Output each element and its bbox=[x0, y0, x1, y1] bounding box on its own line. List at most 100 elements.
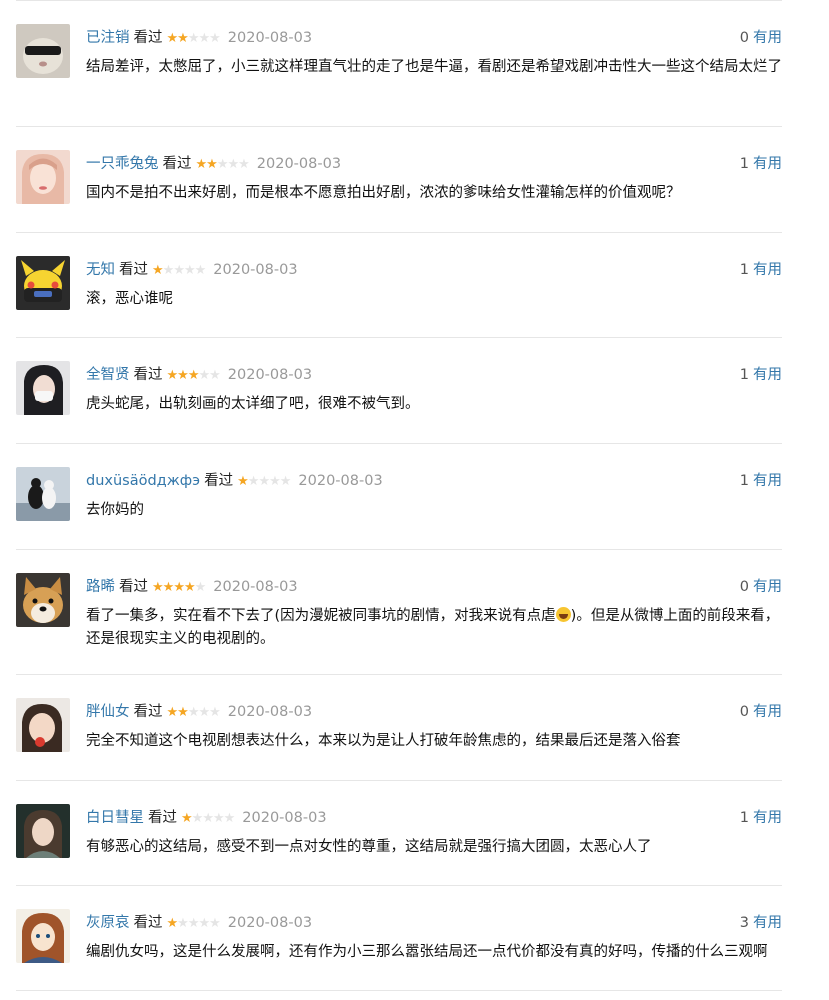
star-empty-icon: ★ bbox=[183, 263, 196, 278]
comment-item: 路晞 看过 ★★★★★ 2020-08-03 0 有用 看了一集多，实在看不下去了(因为… bbox=[16, 549, 782, 674]
avatar[interactable] bbox=[16, 909, 70, 963]
username-link[interactable]: 胖仙女 bbox=[86, 704, 130, 720]
star-filled-icon: ★ bbox=[187, 368, 200, 383]
vote-area: 1 有用 bbox=[740, 154, 782, 174]
avatar[interactable] bbox=[16, 361, 70, 415]
comment-date: 2020-08-03 bbox=[298, 473, 383, 489]
star-empty-icon: ★ bbox=[162, 263, 175, 278]
useful-button[interactable]: 有用 bbox=[753, 30, 782, 46]
rating-stars: ★★★★★ bbox=[166, 703, 221, 723]
vote-count: 1 bbox=[739, 156, 749, 172]
comment-meta: 一只乖兔兔 看过 ★★★★★ 2020-08-03 bbox=[86, 154, 341, 174]
star-empty-icon: ★ bbox=[198, 368, 210, 383]
rating-stars: ★★★★★ bbox=[195, 155, 250, 175]
avatar[interactable] bbox=[16, 804, 70, 858]
username-link[interactable]: 无知 bbox=[86, 262, 115, 278]
star-empty-icon: ★ bbox=[198, 705, 210, 720]
useful-button[interactable]: 有用 bbox=[753, 810, 782, 826]
star-empty-icon: ★ bbox=[269, 474, 281, 489]
star-empty-icon: ★ bbox=[212, 811, 225, 826]
star-filled-icon: ★ bbox=[206, 157, 218, 172]
star-empty-icon: ★ bbox=[187, 705, 200, 720]
star-empty-icon: ★ bbox=[247, 474, 260, 489]
useful-button[interactable]: 有用 bbox=[753, 156, 782, 172]
comment-meta: 路晞 看过 ★★★★★ 2020-08-03 bbox=[86, 577, 298, 597]
vote-count: 1 bbox=[739, 473, 749, 489]
star-filled-icon: ★ bbox=[177, 368, 189, 383]
star-empty-icon: ★ bbox=[198, 31, 210, 46]
star-filled-icon: ★ bbox=[173, 580, 185, 595]
comment-item: 已注销 看过 ★★★★★ 2020-08-03 0 有用 结局差评，太憋屈了，小三就这样… bbox=[16, 0, 782, 126]
username-link[interactable]: 白日彗星 bbox=[86, 810, 144, 826]
star-filled-icon: ★ bbox=[195, 157, 208, 172]
avatar[interactable] bbox=[16, 467, 70, 521]
comment-text: 有够恶心的这结局，感受不到一点对女性的尊重，这结局就是强行搞大团圆，太恶心人了 bbox=[86, 839, 652, 855]
comment-item: 白日彗星 看过 ★★★★★ 2020-08-03 1 有用 有够恶心的这结局，感受不到一… bbox=[16, 780, 782, 885]
username-link[interactable]: 一只乖兔兔 bbox=[86, 156, 159, 172]
watch-status: 看过 bbox=[119, 579, 148, 595]
comment-meta: 白日彗星 看过 ★★★★★ 2020-08-03 bbox=[86, 808, 327, 828]
avatar[interactable] bbox=[16, 698, 70, 752]
laughing-tears-emoji-icon bbox=[555, 607, 571, 622]
comment-item: 无知 看过 ★★★★★ 2020-08-03 1 有用 滚，恶心谁呢 bbox=[16, 232, 782, 337]
star-filled-icon: ★ bbox=[152, 580, 164, 595]
watch-status: 看过 bbox=[204, 473, 234, 489]
rating-stars: ★★★★★ bbox=[167, 29, 221, 49]
watch-status: 看过 bbox=[133, 30, 163, 46]
vote-area: 3 有用 bbox=[740, 913, 782, 933]
vote-count: 0 bbox=[739, 579, 749, 595]
star-empty-icon: ★ bbox=[223, 811, 236, 826]
star-filled-icon: ★ bbox=[162, 580, 175, 595]
watch-status: 看过 bbox=[133, 915, 163, 931]
rating-stars: ★★★★★ bbox=[152, 578, 206, 598]
vote-count: 1 bbox=[739, 810, 749, 826]
comment-date: 2020-08-03 bbox=[213, 579, 298, 595]
comment-date: 2020-08-03 bbox=[227, 704, 313, 720]
comment-date: 2020-08-03 bbox=[227, 30, 313, 46]
comment-date: 2020-08-03 bbox=[227, 915, 313, 931]
star-empty-icon: ★ bbox=[238, 157, 250, 172]
star-empty-icon: ★ bbox=[209, 916, 221, 931]
comment-item: 一只乖兔兔 看过 ★★★★★ 2020-08-03 1 有用 国内不是拍不出来好剧，而是… bbox=[16, 126, 782, 232]
avatar[interactable] bbox=[16, 573, 70, 627]
star-empty-icon: ★ bbox=[202, 811, 214, 826]
watch-status: 看过 bbox=[148, 810, 177, 826]
star-empty-icon: ★ bbox=[198, 916, 210, 931]
useful-button[interactable]: 有用 bbox=[753, 915, 782, 931]
username-link[interactable]: 全智贤 bbox=[86, 367, 130, 383]
vote-area: 1 有用 bbox=[740, 471, 782, 491]
username-link[interactable]: 灰原哀 bbox=[86, 915, 130, 931]
comment-text: 编剧仇女吗，这是什么发展啊，还有作为小三那么嚣张结局还一点代价都没有真的好吗，传… bbox=[86, 944, 768, 960]
useful-button[interactable]: 有用 bbox=[753, 262, 782, 278]
useful-button[interactable]: 有用 bbox=[753, 704, 782, 720]
star-filled-icon: ★ bbox=[152, 263, 164, 278]
vote-area: 1 有用 bbox=[740, 260, 782, 280]
star-filled-icon: ★ bbox=[177, 705, 189, 720]
watch-status: 看过 bbox=[119, 262, 148, 278]
rating-stars: ★★★★★ bbox=[181, 809, 236, 829]
useful-button[interactable]: 有用 bbox=[753, 367, 782, 383]
star-empty-icon: ★ bbox=[187, 916, 200, 931]
avatar[interactable] bbox=[16, 150, 70, 204]
star-empty-icon: ★ bbox=[216, 157, 229, 172]
username-link[interactable]: 路晞 bbox=[86, 579, 115, 595]
comment-date: 2020-08-03 bbox=[213, 262, 298, 278]
useful-button[interactable]: 有用 bbox=[753, 579, 782, 595]
star-empty-icon: ★ bbox=[209, 31, 221, 46]
watch-status: 看过 bbox=[133, 367, 163, 383]
comment-date: 2020-08-03 bbox=[256, 156, 342, 172]
comment-item: 灰原哀 看过 ★★★★★ 2020-08-03 3 有用 编剧仇女吗，这是什么发展啊，还… bbox=[16, 885, 782, 991]
vote-area: 0 有用 bbox=[740, 577, 782, 597]
star-empty-icon: ★ bbox=[227, 157, 239, 172]
avatar[interactable] bbox=[16, 24, 70, 78]
star-filled-icon: ★ bbox=[166, 705, 179, 720]
avatar[interactable] bbox=[16, 256, 70, 310]
vote-count: 1 bbox=[739, 367, 749, 383]
comment-text: 国内不是拍不出来好剧，而是根本不愿意拍出好剧，浓浓的爹味给女性灌输怎样的价值观呢… bbox=[86, 185, 681, 201]
star-empty-icon: ★ bbox=[279, 474, 292, 489]
star-empty-icon: ★ bbox=[258, 474, 270, 489]
username-link[interactable]: 已注销 bbox=[86, 30, 130, 46]
useful-button[interactable]: 有用 bbox=[753, 473, 782, 489]
star-empty-icon: ★ bbox=[194, 263, 207, 278]
username-link[interactable]: duxüsäödджфэ bbox=[86, 473, 200, 489]
